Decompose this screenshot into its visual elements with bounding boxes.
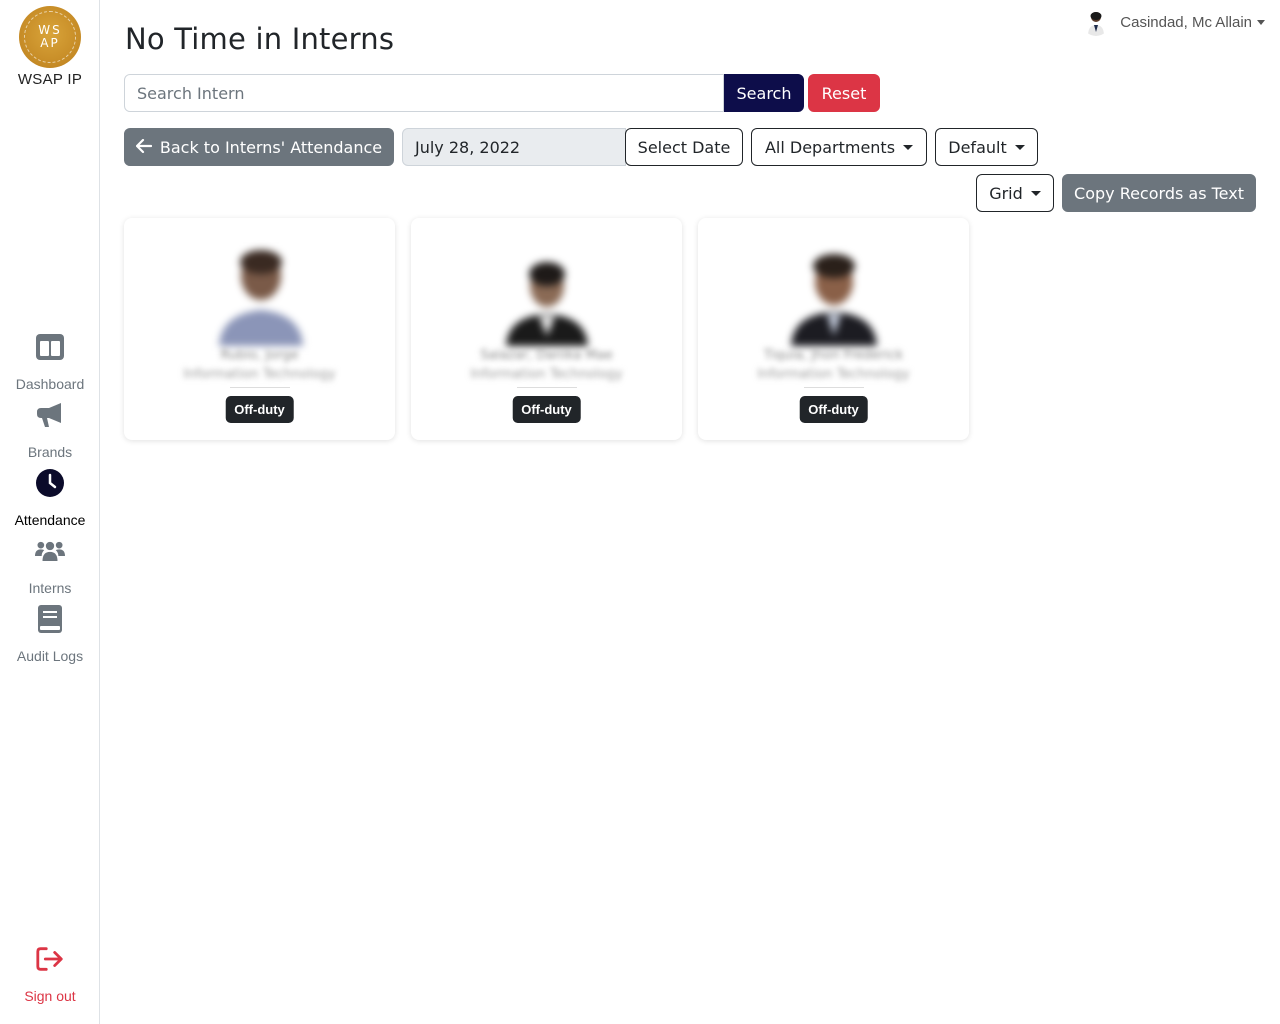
app-name: WSAP IP (17, 71, 83, 88)
intern-department: Information Technology (470, 367, 623, 382)
select-date-button[interactable]: Select Date (625, 128, 743, 166)
department-dropdown-label: All Departments (764, 137, 896, 157)
intern-photo (491, 236, 602, 346)
chevron-down-icon (1257, 19, 1265, 25)
sidebar-item-audit-logs[interactable]: Audit Logs (0, 602, 100, 670)
columns-icon (35, 332, 65, 362)
sign-out-label: Sign out (24, 988, 76, 1004)
clock-icon (35, 468, 65, 498)
divider (803, 387, 864, 388)
logo-line-2: AP (40, 36, 60, 50)
intern-card[interactable]: Tiquia, Jhon Frederick Information Techn… (698, 218, 969, 440)
sidebar-item-label: Brands (27, 444, 73, 460)
filter-bar: Back to Interns' Attendance July 28, 202… (124, 128, 1038, 166)
divider (516, 387, 577, 388)
date-picker: July 28, 2022 Select Date (402, 128, 743, 166)
sidebar-item-interns[interactable]: Interns (0, 534, 100, 602)
sort-dropdown[interactable]: Default (935, 128, 1038, 166)
view-mode-label: Grid (989, 183, 1023, 203)
intern-photo (778, 236, 889, 346)
status-badge: Off-duty (225, 396, 294, 423)
avatar (1082, 8, 1111, 36)
department-dropdown[interactable]: All Departments (751, 128, 927, 166)
intern-grid: Rubio, Jorge Information Technology Off-… (124, 218, 985, 440)
sign-out-button[interactable]: Sign out (0, 942, 100, 1004)
sidebar-item-attendance[interactable]: Attendance (0, 466, 100, 534)
intern-photo (204, 236, 315, 346)
intern-card[interactable]: Rubio, Jorge Information Technology Off-… (124, 218, 395, 440)
user-name: Casindad, Mc Allain (1120, 13, 1252, 31)
intern-department: Information Technology (757, 367, 910, 382)
status-badge: Off-duty (799, 396, 868, 423)
sidebar: WS AP WSAP IP Dashboard Brands Attendanc… (0, 0, 100, 1024)
back-button[interactable]: Back to Interns' Attendance (124, 128, 394, 166)
megaphone-icon (35, 400, 65, 430)
chevron-down-icon (1014, 144, 1025, 150)
sidebar-item-dashboard[interactable]: Dashboard (0, 330, 100, 398)
reset-button[interactable]: Reset (808, 74, 880, 112)
arrow-left-icon (135, 138, 152, 157)
sign-out-icon (35, 944, 65, 974)
search-input[interactable] (124, 74, 724, 112)
book-icon (35, 604, 65, 634)
view-controls: Grid Copy Records as Text (976, 174, 1256, 212)
logo-line-1: WS (38, 23, 62, 37)
search-button[interactable]: Search (724, 74, 804, 112)
brand-logo[interactable]: WS AP WSAP IP (0, 6, 100, 88)
view-mode-dropdown[interactable]: Grid (976, 174, 1054, 212)
user-menu[interactable]: Casindad, Mc Allain (1082, 8, 1265, 36)
intern-name: Salazar, Danika Mae (480, 348, 613, 363)
intern-department: Information Technology (183, 367, 336, 382)
date-field[interactable]: July 28, 2022 (402, 128, 626, 166)
search-bar: Search Reset (124, 74, 880, 112)
sidebar-item-label: Audit Logs (16, 648, 84, 664)
intern-name: Rubio, Jorge (220, 348, 299, 363)
sidebar-item-label: Dashboard (15, 376, 85, 392)
status-badge: Off-duty (512, 396, 581, 423)
intern-card[interactable]: Salazar, Danika Mae Information Technolo… (411, 218, 682, 440)
sidebar-item-brands[interactable]: Brands (0, 398, 100, 466)
sort-dropdown-label: Default (948, 137, 1007, 157)
users-icon (35, 536, 65, 566)
page-title: No Time in Interns (125, 22, 395, 56)
logo-emblem: WS AP (19, 6, 81, 68)
sidebar-nav: Dashboard Brands Attendance Interns Audi… (0, 330, 100, 670)
back-button-label: Back to Interns' Attendance (159, 137, 383, 157)
copy-records-button[interactable]: Copy Records as Text (1062, 174, 1256, 212)
chevron-down-icon (903, 144, 914, 150)
chevron-down-icon (1030, 190, 1041, 196)
sidebar-item-label: Attendance (14, 512, 86, 528)
divider (229, 387, 290, 388)
sidebar-item-label: Interns (28, 580, 72, 596)
intern-name: Tiquia, Jhon Frederick (763, 348, 904, 363)
